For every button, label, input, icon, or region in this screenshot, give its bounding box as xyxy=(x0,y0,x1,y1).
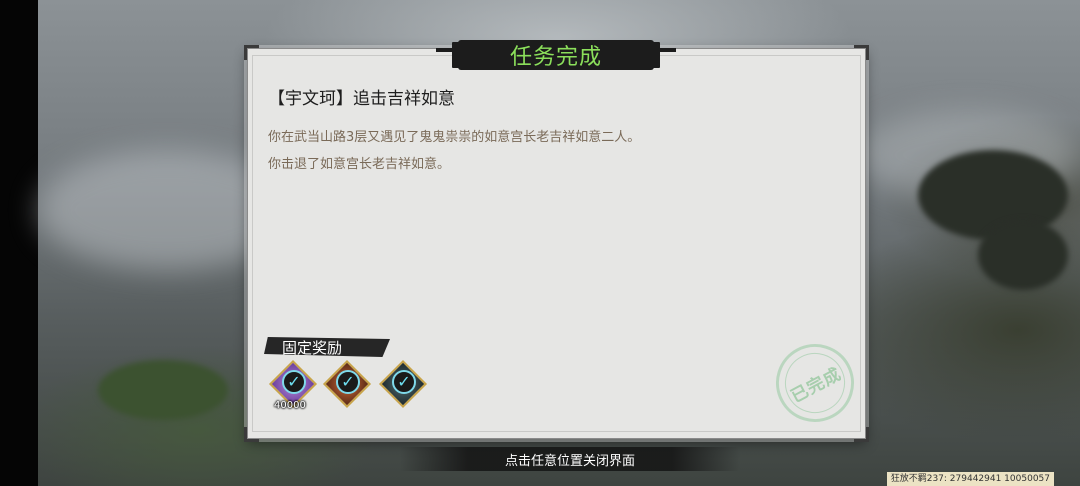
quest-title: 【宇文珂】追击吉祥如意 xyxy=(268,89,455,109)
fixed-reward-label-text: 固定奖励 xyxy=(282,338,343,357)
left-black-bar xyxy=(0,0,38,486)
dialog-corner xyxy=(854,45,869,60)
completed-stamp-text: 已完成 xyxy=(787,363,845,407)
reward-item[interactable]: ✓ xyxy=(322,359,372,410)
dialog-corner xyxy=(854,427,869,442)
fixed-reward-label: 固定奖励 xyxy=(264,337,390,357)
claimed-check-icon: ✓ xyxy=(392,370,416,394)
dialog-corner xyxy=(244,45,259,60)
player-info-badge: 狂放不羁237: 279442941 10050057 xyxy=(886,472,1054,486)
quest-description-line: 你击退了如意宫长老吉祥如意。 xyxy=(268,157,451,172)
claimed-check-icon: ✓ xyxy=(282,370,306,394)
close-hint-bar[interactable]: 点击任意位置关闭界面 xyxy=(400,447,740,471)
reward-item[interactable]: ✓ 40000 xyxy=(268,359,318,411)
dialog-title: 任务完成 xyxy=(509,45,602,70)
dialog-title-banner: 任务完成 xyxy=(436,40,676,70)
quest-description-line: 你在武当山路3层又遇见了鬼鬼祟祟的如意宫长老吉祥如意二人。 xyxy=(268,130,641,145)
dialog-corner xyxy=(244,427,259,442)
reward-count: 40000 xyxy=(274,400,306,411)
close-hint-text: 点击任意位置关闭界面 xyxy=(504,453,635,469)
claimed-check-icon: ✓ xyxy=(336,370,360,394)
reward-item[interactable]: ✓ xyxy=(378,359,428,410)
